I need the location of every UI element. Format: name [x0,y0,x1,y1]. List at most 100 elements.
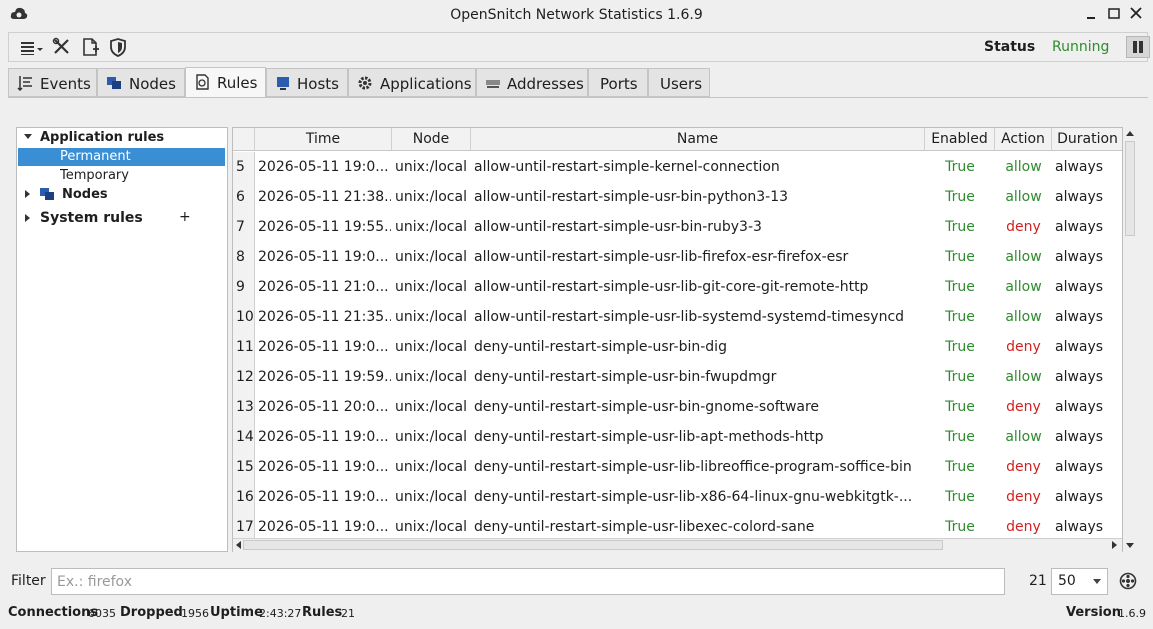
cell-name: allow-until-restart-simple-usr-bin-ruby3… [474,219,762,235]
row-number[interactable]: 8 [233,242,255,272]
row-number[interactable]: 12 [233,362,255,392]
table-row[interactable]: 13 2026-05-11 20:0... unix:/local deny-unti… [233,392,1122,422]
pause-button[interactable] [1126,36,1150,58]
tree-item-temporary[interactable]: Temporary [60,168,129,183]
collapse-arrow-icon[interactable] [25,190,30,198]
rules-tree[interactable]: Application rules Permanent Temporary No… [16,127,228,552]
preferences-button[interactable] [51,36,73,58]
tab-hosts[interactable]: Hosts [266,68,348,97]
gear-icon [358,76,372,90]
cell-time: 2026-05-11 19:0... [258,429,389,445]
maximize-button[interactable] [1105,6,1123,24]
row-number[interactable]: 5 [233,152,255,182]
table-row[interactable]: 9 2026-05-11 21:0... unix:/local allow-unti… [233,272,1122,302]
cell-enabled: True [945,459,975,475]
column-header-time[interactable]: Time [255,128,392,151]
cell-time: 2026-05-11 20:0... [258,399,389,415]
cell-name: deny-until-restart-simple-usr-lib-apt-me… [474,429,824,445]
column-header-duration[interactable]: Duration [1052,128,1122,151]
column-header-name[interactable]: Name [471,128,925,151]
table-row[interactable]: 11 2026-05-11 19:0... unix:/local deny-unti… [233,332,1122,362]
tab-applications[interactable]: Applications [348,68,476,97]
horizontal-scroll-thumb[interactable] [243,540,943,550]
table-row[interactable]: 5 2026-05-11 19:0... unix:/local allow-unti… [233,152,1122,182]
row-number[interactable]: 16 [233,482,255,512]
clean-icon[interactable] [1119,572,1137,590]
rules-table[interactable]: Time Node Name Enabled Action Duration 5… [232,127,1123,552]
uptime-label: Uptime [210,605,263,620]
row-number[interactable]: 10 [233,302,255,332]
tab-rules[interactable]: Rules [185,67,266,98]
tab-users[interactable]: Users [648,68,710,97]
cell-name: deny-until-restart-simple-usr-lib-libreo… [474,459,912,475]
menu-icon [21,42,43,55]
menu-button[interactable] [19,36,43,58]
tree-item-permanent-label: Permanent [60,149,131,164]
close-button[interactable] [1127,6,1145,24]
maximize-icon [1108,8,1120,19]
minimize-icon [1087,17,1095,19]
horizontal-scrollbar[interactable] [233,538,1122,552]
cell-action: deny [1006,489,1041,505]
row-number[interactable]: 9 [233,272,255,302]
cell-duration: always [1055,399,1104,415]
scroll-left-icon[interactable] [235,541,241,549]
row-number[interactable]: 7 [233,212,255,242]
tab-addresses-label: Addresses [507,75,584,93]
row-number[interactable]: 14 [233,422,255,452]
tab-events-label: Events [40,75,91,93]
cell-action: allow [1005,189,1042,205]
row-number[interactable]: 15 [233,452,255,482]
filter-input[interactable] [51,568,1005,595]
corner-header [233,128,255,151]
cell-duration: always [1055,369,1104,385]
cell-enabled: True [945,309,975,325]
cell-name: deny-until-restart-simple-usr-bin-fwupdm… [474,369,777,385]
cell-name: allow-until-restart-simple-usr-bin-pytho… [474,189,789,205]
tree-item-permanent[interactable]: Permanent [18,148,225,166]
scroll-up-icon[interactable] [1126,130,1134,136]
table-row[interactable]: 10 2026-05-11 21:35... unix:/local allow-un… [233,302,1122,332]
connections-value: 6035 [88,607,116,620]
network-card-icon [486,80,500,88]
row-number[interactable]: 6 [233,182,255,212]
table-row[interactable]: 12 2026-05-11 19:59... unix:/local deny-unt… [233,362,1122,392]
tab-ports[interactable]: Ports [588,68,648,97]
column-header-enabled[interactable]: Enabled [925,128,995,151]
add-system-rule-button[interactable]: + [179,209,191,225]
vertical-scroll-thumb[interactable] [1125,141,1135,236]
cell-node: unix:/local [395,249,467,265]
tree-item-nodes[interactable]: Nodes [62,187,108,202]
new-rule-button[interactable] [79,36,101,58]
tab-applications-label: Applications [380,75,472,93]
scroll-down-icon[interactable] [1126,543,1134,549]
collapse-arrow-icon[interactable] [25,214,30,222]
row-number[interactable]: 11 [233,332,255,362]
table-row[interactable]: 14 2026-05-11 19:0... unix:/local deny-unti… [233,422,1122,452]
cell-time: 2026-05-11 19:0... [258,459,389,475]
column-header-action[interactable]: Action [995,128,1052,151]
column-header-node[interactable]: Node [392,128,471,151]
cell-enabled: True [945,279,975,295]
table-row[interactable]: 6 2026-05-11 21:38... unix:/local allow-unt… [233,182,1122,212]
firewall-button[interactable] [107,36,129,58]
table-row[interactable]: 15 2026-05-11 19:0... unix:/local deny-unti… [233,452,1122,482]
title-bar: OpenSnitch Network Statistics 1.6.9 [0,0,1153,30]
table-row[interactable]: 16 2026-05-11 19:0... unix:/local deny-unti… [233,482,1122,512]
nodes-icon [107,77,121,89]
tree-item-application-rules[interactable]: Application rules [40,130,164,145]
expand-arrow-icon[interactable] [24,134,32,139]
tab-addresses[interactable]: Addresses [476,68,588,97]
rules-value: 21 [341,607,355,620]
tab-nodes[interactable]: Nodes [97,68,185,97]
table-row[interactable]: 7 2026-05-11 19:55... unix:/local allow-unt… [233,212,1122,242]
vertical-scrollbar[interactable] [1124,127,1136,552]
scroll-right-icon[interactable] [1112,541,1118,549]
tab-events[interactable]: Events [8,68,97,97]
minimize-button[interactable] [1082,6,1100,24]
row-number[interactable]: 13 [233,392,255,422]
cell-name: deny-until-restart-simple-usr-lib-x86-64… [474,489,913,505]
table-row[interactable]: 8 2026-05-11 19:0... unix:/local allow-unti… [233,242,1122,272]
limit-select[interactable]: 50 [1051,568,1108,595]
tree-item-system-rules[interactable]: System rules [40,210,143,226]
